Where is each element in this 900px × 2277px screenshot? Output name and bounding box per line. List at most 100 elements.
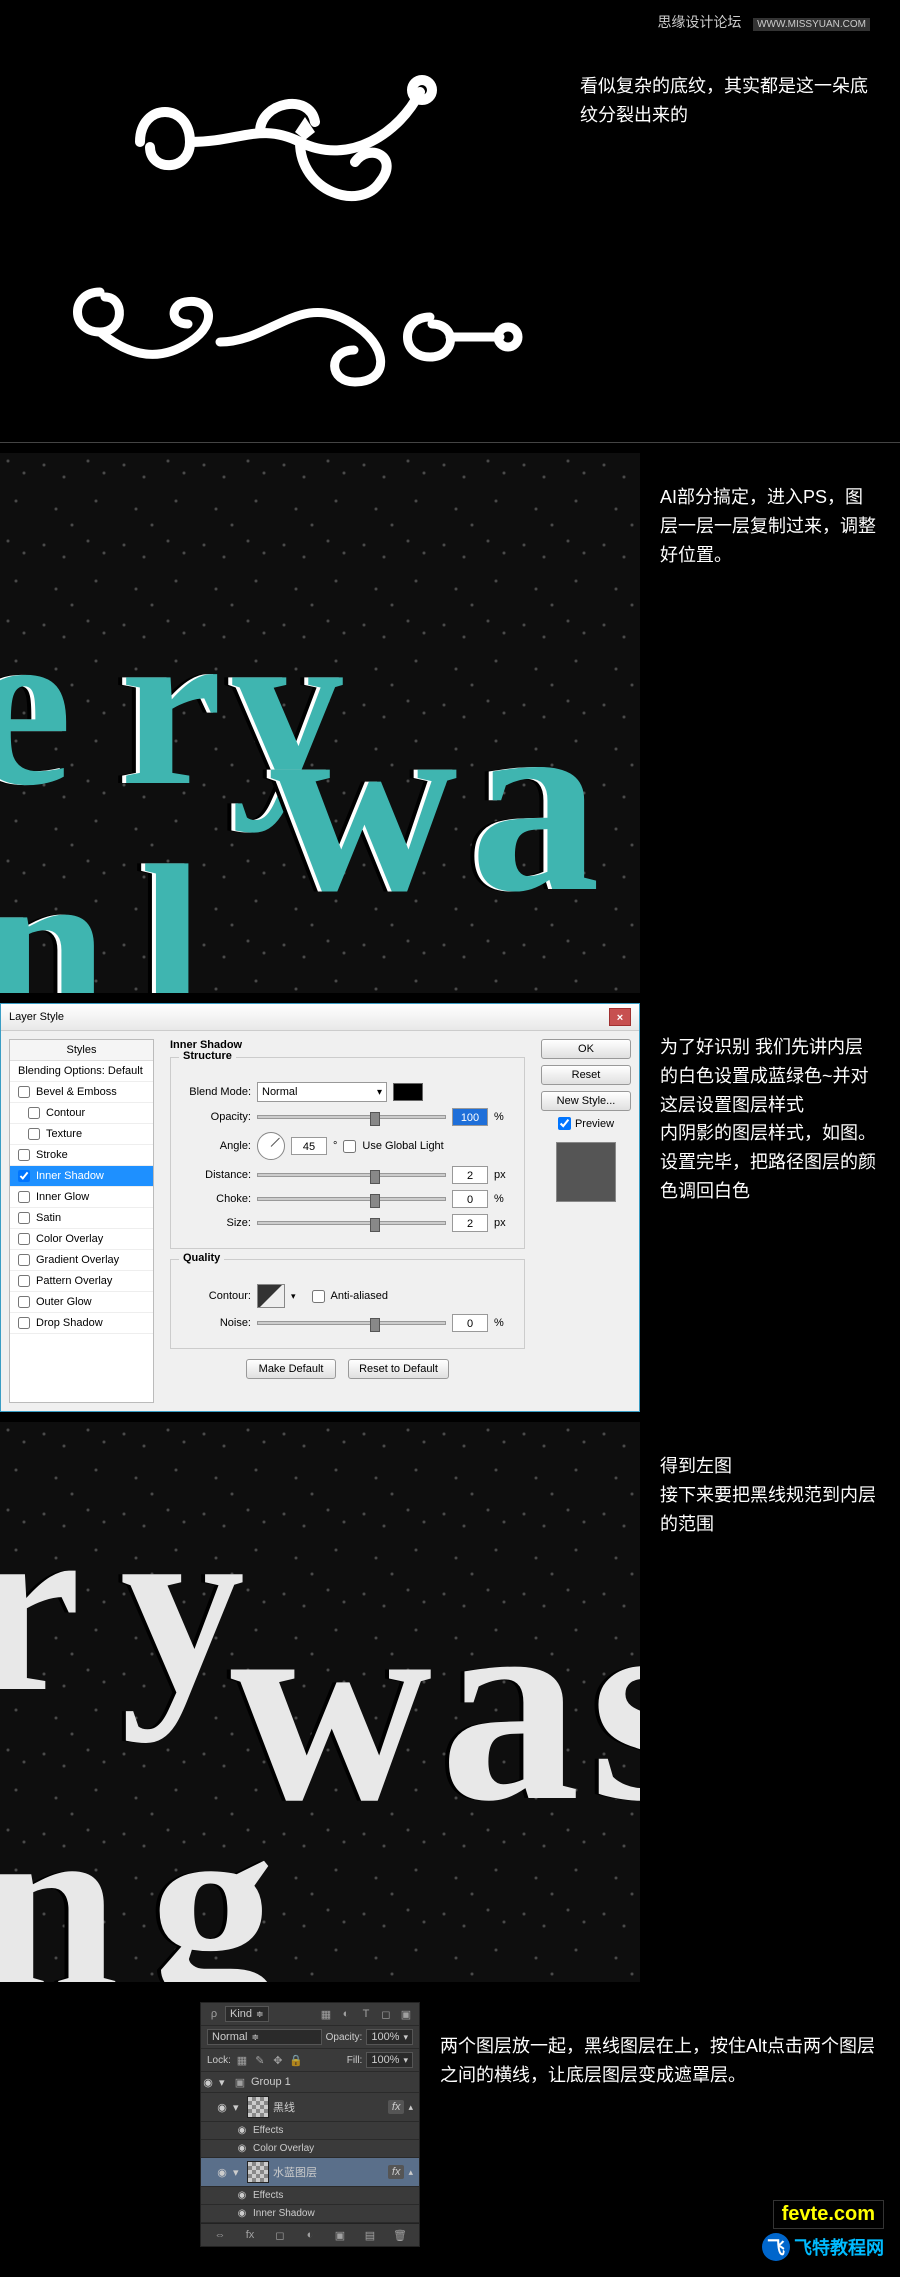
teal-typography-image: e r y w a n l [0,453,640,993]
opacity-slider[interactable] [257,1115,446,1119]
fx-badge[interactable]: fx [388,2100,405,2114]
style-item-stroke[interactable]: Stroke [10,1145,153,1166]
style-checkbox[interactable] [28,1107,40,1119]
preview-swatch [556,1142,616,1202]
eye-icon[interactable]: ◉ [235,2190,249,2201]
style-item-bevel-emboss[interactable]: Bevel & Emboss [10,1082,153,1103]
distance-input[interactable]: 2 [452,1166,488,1184]
choke-input[interactable]: 0 [452,1190,488,1208]
make-default-button[interactable]: Make Default [246,1359,336,1379]
style-item-contour[interactable]: Contour [10,1103,153,1124]
layer-thumb [247,2161,269,2183]
preview-checkbox[interactable] [558,1117,571,1130]
style-checkbox[interactable] [18,1191,30,1203]
style-item-outer-glow[interactable]: Outer Glow [10,1292,153,1313]
style-checkbox[interactable] [18,1233,30,1245]
reset-default-button[interactable]: Reset to Default [348,1359,449,1379]
section4-caption: 得到左图 接下来要把黑线规范到内层的范围 [640,1422,900,1538]
eye-icon[interactable]: ◉ [235,2125,249,2136]
style-checkbox[interactable] [28,1128,40,1140]
style-checkbox[interactable] [18,1086,30,1098]
style-item-inner-glow[interactable]: Inner Glow [10,1187,153,1208]
link-icon[interactable]: ⇔ [213,2228,227,2242]
fx-badge[interactable]: fx [388,2165,405,2179]
opacity-label: Opacity: [181,1111,251,1123]
style-item-pattern-overlay[interactable]: Pattern Overlay [10,1271,153,1292]
group-1-row[interactable]: ◉ ▾ ▣ Group 1 [201,2072,419,2093]
inner-shadow-row[interactable]: ◉ Inner Shadow [201,2205,419,2223]
style-checkbox[interactable] [18,1296,30,1308]
style-item-satin[interactable]: Satin [10,1208,153,1229]
style-item-gradient-overlay[interactable]: Gradient Overlay [10,1250,153,1271]
contour-picker[interactable] [257,1284,285,1308]
trash-icon[interactable]: 🗑 [393,2228,407,2242]
close-icon[interactable]: × [609,1008,631,1026]
fill-adjust-icon[interactable]: ◐ [303,2228,317,2242]
type-filter-icon[interactable]: T [359,2007,373,2021]
effects-row-2[interactable]: ◉ Effects [201,2187,419,2205]
contour-label: Contour: [181,1290,251,1302]
layer-style-dialog: Layer Style × Styles Blending Options: D… [0,1003,640,1412]
style-checkbox[interactable] [18,1149,30,1161]
lock-position-icon[interactable]: ✥ [271,2053,285,2067]
eye-icon[interactable]: ◉ [235,2143,249,2154]
reset-button[interactable]: Reset [541,1065,631,1085]
fill-input[interactable]: 100%▾ [366,2052,413,2068]
layer-opacity-input[interactable]: 100%▾ [366,2029,413,2045]
group-icon[interactable]: ▣ [333,2228,347,2242]
eye-icon[interactable]: ◉ [215,2101,229,2114]
style-checkbox[interactable] [18,1254,30,1266]
style-checkbox[interactable] [18,1275,30,1287]
antialiased-checkbox[interactable] [312,1290,325,1303]
style-item-inner-shadow[interactable]: Inner Shadow [10,1166,153,1187]
angle-dial[interactable] [257,1132,285,1160]
adjust-filter-icon[interactable]: ◐ [339,2007,353,2021]
filter-icon[interactable]: ρ [207,2007,221,2021]
style-item-blending-options-default[interactable]: Blending Options: Default [10,1061,153,1082]
layer-teal-row[interactable]: ◉ ▾ 水蓝图层 fx ▴ [201,2158,419,2187]
use-global-light-checkbox[interactable] [343,1140,356,1153]
lock-transparency-icon[interactable]: ▦ [235,2053,249,2067]
style-item-drop-shadow[interactable]: Drop Shadow [10,1313,153,1334]
style-checkbox[interactable] [18,1212,30,1224]
lock-pixels-icon[interactable]: ✎ [253,2053,267,2067]
size-input[interactable]: 2 [452,1214,488,1232]
fx-icon[interactable]: fx [243,2228,257,2242]
layer-thumb [247,2096,269,2118]
eye-icon[interactable]: ◉ [201,2076,215,2089]
style-checkbox[interactable] [18,1317,30,1329]
new-layer-icon[interactable]: ▤ [363,2228,377,2242]
opacity-input[interactable]: 100 [452,1108,488,1126]
structure-title: Structure [179,1050,236,1062]
noise-slider[interactable] [257,1321,446,1325]
footer-logos: fevte.com 飞 飞特教程网 [762,2200,884,2261]
color-overlay-row[interactable]: ◉ Color Overlay [201,2140,419,2158]
mask-icon[interactable]: ◻ [273,2228,287,2242]
shadow-color-swatch[interactable] [393,1083,423,1101]
blend-mode-combo[interactable]: Normal≑ [207,2029,322,2045]
bw-typography-image: r y w a s n g [0,1422,640,1982]
effects-row[interactable]: ◉ Effects [201,2122,419,2140]
size-slider[interactable] [257,1221,446,1225]
style-checkbox[interactable] [18,1170,30,1182]
eye-icon[interactable]: ◉ [215,2166,229,2179]
shape-filter-icon[interactable]: ◻ [379,2007,393,2021]
distance-slider[interactable] [257,1173,446,1177]
kind-combo[interactable]: Kind≑ [225,2006,269,2022]
new-style-button[interactable]: New Style... [541,1091,631,1111]
blend-mode-combo[interactable]: Normal▾ [257,1082,387,1102]
use-global-light-label: Use Global Light [362,1140,443,1152]
layer-black-row[interactable]: ◉ ▾ 黑线 fx ▴ [201,2093,419,2122]
angle-input[interactable]: 45 [291,1137,327,1155]
eye-icon[interactable]: ◉ [235,2208,249,2219]
styles-list: Styles Blending Options: DefaultBevel & … [9,1039,154,1403]
pixel-filter-icon[interactable]: ▦ [319,2007,333,2021]
smart-filter-icon[interactable]: ▣ [399,2007,413,2021]
lock-all-icon[interactable]: 🔒 [289,2053,303,2067]
style-item-color-overlay[interactable]: Color Overlay [10,1229,153,1250]
ok-button[interactable]: OK [541,1039,631,1059]
style-item-texture[interactable]: Texture [10,1124,153,1145]
noise-input[interactable]: 0 [452,1314,488,1332]
page-header: 思缘设计论坛 WWW.MISSYUAN.COM [0,0,900,32]
choke-slider[interactable] [257,1197,446,1201]
